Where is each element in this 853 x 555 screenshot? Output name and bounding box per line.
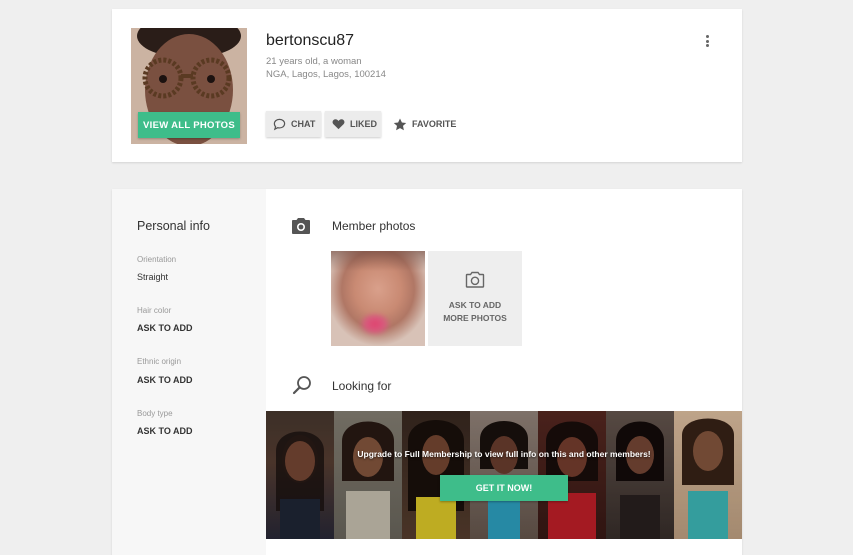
chat-button-label: CHAT — [291, 119, 316, 129]
profile-age-gender: 21 years old, a woman — [266, 56, 362, 67]
liked-button-label: LIKED — [350, 119, 377, 129]
camera-icon — [292, 218, 310, 234]
favorite-button-label: FAVORITE — [412, 119, 457, 129]
body-type-label: Body type — [137, 409, 173, 418]
heart-icon — [332, 119, 345, 130]
body-type-ask-link[interactable]: ASK TO ADD — [137, 426, 193, 436]
orientation-value: Straight — [137, 272, 169, 282]
chat-bubble-icon — [273, 118, 286, 130]
profile-location: NGA, Lagos, Lagos, 100214 — [266, 69, 386, 80]
favorite-button[interactable]: FAVORITE — [386, 111, 456, 137]
personal-info-title: Personal info — [137, 219, 210, 233]
upgrade-banner: Upgrade to Full Membership to view full … — [266, 411, 742, 539]
ethnic-origin-ask-link[interactable]: ASK TO ADD — [137, 375, 193, 385]
search-icon — [292, 376, 311, 395]
looking-for-title: Looking for — [332, 379, 392, 393]
get-it-now-button[interactable]: GET IT NOW! — [440, 475, 568, 501]
hair-color-ask-link[interactable]: ASK TO ADD — [137, 323, 193, 333]
member-photo-thumbnail[interactable] — [331, 251, 425, 346]
camera-outline-icon — [465, 271, 485, 288]
kebab-menu-icon[interactable] — [702, 33, 712, 49]
profile-card: VIEW ALL PHOTOS bertonscu87 21 years old… — [112, 9, 742, 162]
details-card: Personal info Orientation Straight Hair … — [112, 189, 742, 555]
hair-color-label: Hair color — [137, 306, 172, 315]
ask-to-add-photos-tile[interactable]: ASK TO ADD MORE PHOTOS — [428, 251, 522, 346]
ethnic-origin-label: Ethnic origin — [137, 357, 182, 366]
personal-info-sidebar: Personal info Orientation Straight Hair … — [112, 189, 266, 555]
member-photos-title: Member photos — [332, 219, 416, 233]
chat-button[interactable]: CHAT — [266, 111, 321, 137]
profile-username: bertonscu87 — [266, 32, 355, 49]
ask-to-add-photos-label: ASK TO ADD MORE PHOTOS — [443, 300, 507, 323]
liked-button[interactable]: LIKED — [325, 111, 381, 137]
view-all-photos-button[interactable]: VIEW ALL PHOTOS — [138, 112, 240, 138]
upgrade-message: Upgrade to Full Membership to view full … — [357, 449, 651, 459]
orientation-label: Orientation — [137, 255, 177, 264]
profile-avatar[interactable]: VIEW ALL PHOTOS — [131, 28, 247, 144]
star-icon — [393, 118, 407, 130]
